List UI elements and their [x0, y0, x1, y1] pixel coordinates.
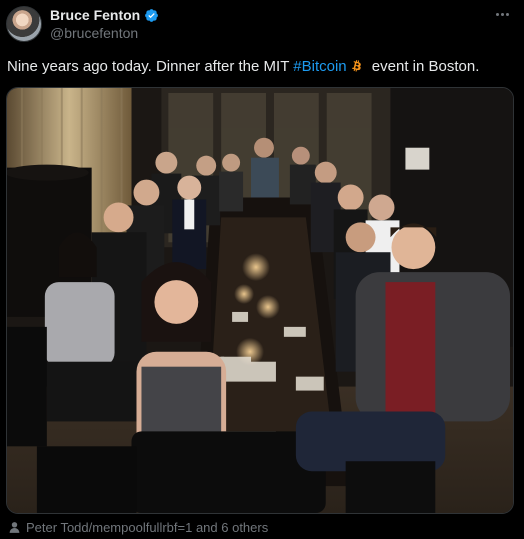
tweet: Bruce Fenton @brucefenton Nine years ago…: [0, 0, 524, 539]
bitcoin-icon: [351, 59, 361, 72]
author-names: Bruce Fenton @brucefenton: [50, 7, 159, 41]
name-row: Bruce Fenton: [50, 7, 159, 23]
avatar[interactable]: [6, 6, 42, 42]
person-icon: [9, 521, 20, 533]
tweet-text-after: event in Boston.: [367, 58, 480, 75]
group-dinner-photo-icon: [7, 88, 513, 513]
hashtag-link[interactable]: #Bitcoin: [293, 58, 346, 75]
more-options-icon[interactable]: [492, 7, 512, 21]
tweet-header: Bruce Fenton @brucefenton: [6, 5, 516, 45]
verified-badge-icon: [145, 8, 159, 22]
tweet-text: Nine years ago today. Dinner after the M…: [7, 57, 516, 77]
handle[interactable]: @brucefenton: [50, 25, 159, 41]
tagged-people[interactable]: Peter Todd/mempoolfullrbf=1 and 6 others: [8, 519, 268, 535]
tweet-photo[interactable]: [6, 87, 514, 514]
display-name[interactable]: Bruce Fenton: [50, 7, 140, 23]
tweet-text-before: Nine years ago today. Dinner after the M…: [7, 58, 294, 75]
tagged-label: Peter Todd/mempoolfullrbf=1 and 6 others: [26, 519, 269, 535]
